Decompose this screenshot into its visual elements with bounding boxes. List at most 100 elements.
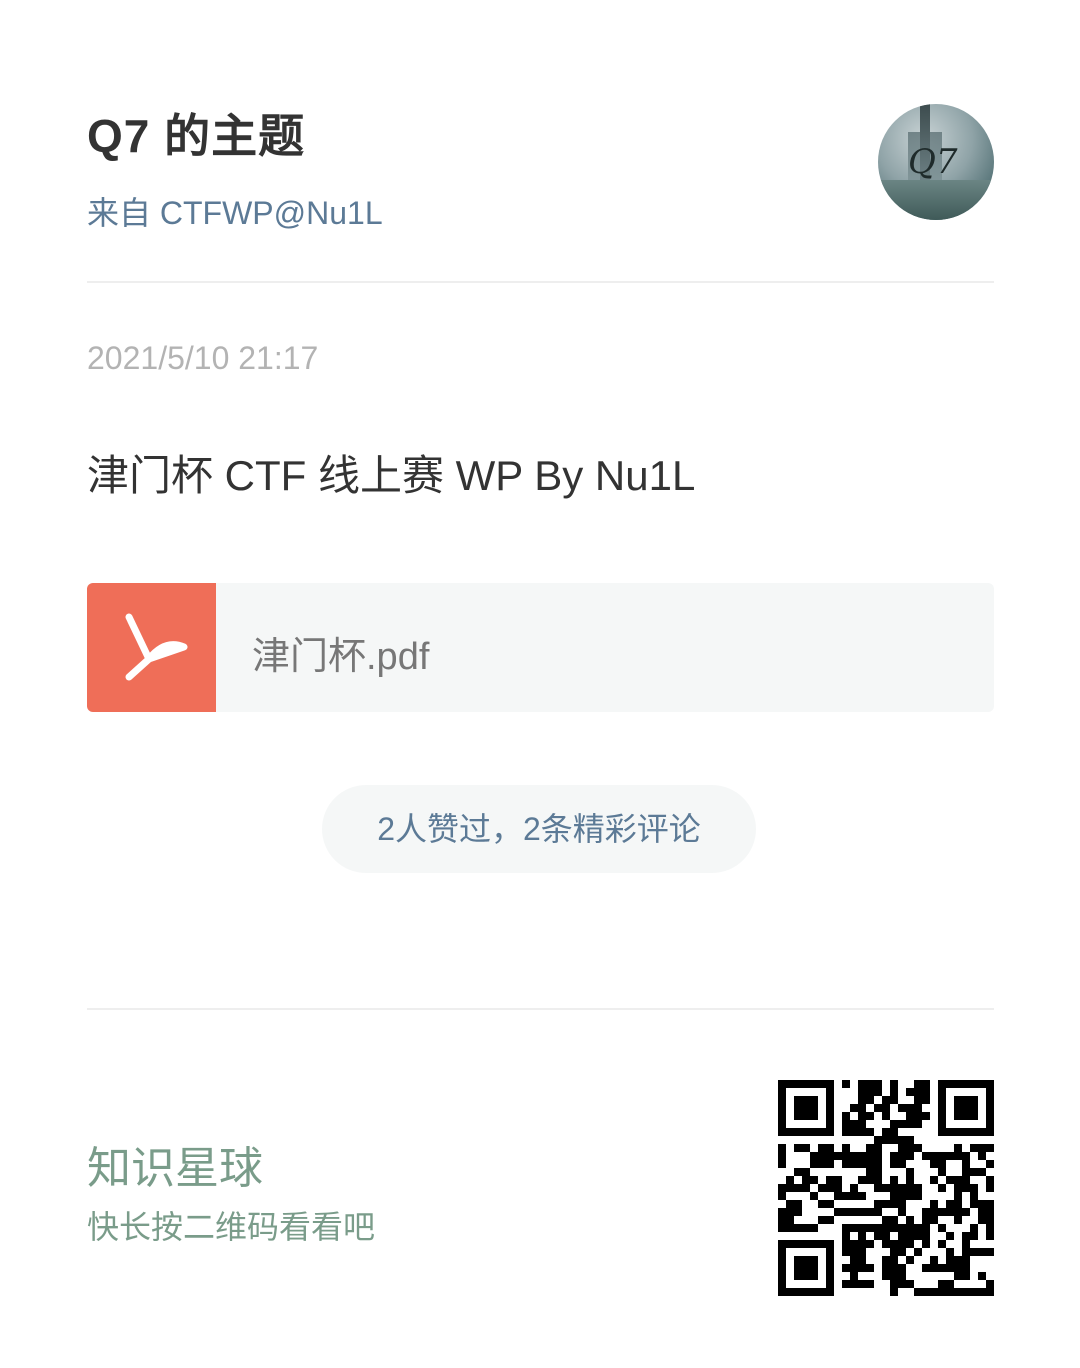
qr-module — [930, 1160, 938, 1168]
qr-module — [842, 1112, 850, 1120]
qr-module — [898, 1152, 906, 1160]
qr-module — [778, 1192, 786, 1200]
qr-module — [954, 1216, 962, 1224]
qr-module — [826, 1184, 834, 1192]
pdf-attachment[interactable]: 津门杯.pdf — [87, 583, 994, 712]
qr-module — [866, 1080, 874, 1088]
qr-module — [954, 1184, 962, 1192]
qr-module — [890, 1248, 898, 1256]
qr-module — [986, 1288, 994, 1296]
qr-module — [970, 1200, 978, 1208]
qr-module — [882, 1184, 890, 1192]
qr-module — [978, 1144, 986, 1152]
qr-module — [970, 1168, 978, 1176]
qr-module — [850, 1104, 858, 1112]
qr-module — [794, 1168, 802, 1176]
qr-module — [866, 1208, 874, 1216]
qr-module — [898, 1144, 906, 1152]
qr-module — [922, 1080, 930, 1088]
qr-module — [914, 1088, 922, 1096]
qr-module — [938, 1240, 946, 1248]
qr-module — [978, 1272, 986, 1280]
qr-module — [858, 1160, 866, 1168]
qr-module — [986, 1280, 994, 1288]
qr-module — [810, 1176, 818, 1184]
qr-module — [866, 1112, 874, 1120]
qr-code-icon[interactable] — [778, 1080, 994, 1296]
qr-module — [930, 1216, 938, 1224]
qr-module — [970, 1248, 978, 1256]
qr-module — [922, 1096, 930, 1104]
qr-module — [898, 1264, 906, 1272]
qr-module — [802, 1144, 810, 1152]
qr-module — [978, 1200, 986, 1208]
qr-module — [794, 1200, 802, 1208]
qr-module — [954, 1272, 962, 1280]
qr-module — [842, 1264, 850, 1272]
qr-module — [882, 1240, 890, 1248]
qr-module — [954, 1288, 962, 1296]
qr-module — [866, 1240, 874, 1248]
qr-module — [858, 1248, 866, 1256]
qr-module — [898, 1160, 906, 1168]
qr-module — [930, 1176, 938, 1184]
qr-module — [946, 1208, 954, 1216]
qr-module — [826, 1152, 834, 1160]
qr-module — [906, 1224, 914, 1232]
qr-module — [954, 1208, 962, 1216]
qr-module — [962, 1152, 970, 1160]
qr-module — [834, 1152, 842, 1160]
qr-module — [850, 1224, 858, 1232]
qr-module — [818, 1216, 826, 1224]
header-divider — [87, 281, 994, 283]
qr-module — [842, 1128, 850, 1136]
topic-title: Q7 的主题 — [87, 110, 306, 162]
topic-source[interactable]: 来自 CTFWP@Nu1L — [87, 188, 383, 234]
qr-module — [786, 1200, 794, 1208]
qr-module — [874, 1152, 882, 1160]
qr-module — [890, 1184, 898, 1192]
qr-module — [858, 1080, 866, 1088]
qr-module — [858, 1256, 866, 1264]
qr-module — [778, 1208, 786, 1216]
brand-cta: 快长按二维码看看吧 — [87, 1209, 376, 1245]
reactions-summary[interactable]: 2人赞过，2条精彩评论 — [322, 785, 756, 873]
post-text: 津门杯 CTF 线上赛 WP By Nu1L — [87, 452, 696, 499]
qr-module — [914, 1112, 922, 1120]
qr-module — [858, 1096, 866, 1104]
qr-module — [858, 1224, 866, 1232]
qr-module — [858, 1112, 866, 1120]
qr-module — [906, 1280, 914, 1288]
qr-module — [930, 1152, 938, 1160]
qr-module — [786, 1176, 794, 1184]
qr-module — [874, 1200, 882, 1208]
qr-module — [810, 1152, 818, 1160]
qr-module — [818, 1144, 826, 1152]
qr-module — [850, 1128, 858, 1136]
avatar[interactable]: Q7 — [878, 104, 994, 220]
attachment-file-name: 津门杯.pdf — [252, 636, 430, 678]
qr-module — [818, 1160, 826, 1168]
qr-module — [962, 1264, 970, 1272]
qr-module — [906, 1256, 914, 1264]
qr-module — [914, 1104, 922, 1112]
qr-module — [986, 1200, 994, 1208]
avatar-ground — [878, 180, 994, 220]
qr-module — [874, 1144, 882, 1152]
qr-module — [946, 1232, 954, 1240]
qr-module — [922, 1152, 930, 1160]
qr-module — [970, 1224, 978, 1232]
qr-module — [906, 1136, 914, 1144]
qr-module — [850, 1272, 858, 1280]
qr-module — [906, 1120, 914, 1128]
qr-module — [842, 1232, 850, 1240]
qr-module — [842, 1280, 850, 1288]
qr-module — [890, 1200, 898, 1208]
qr-module — [890, 1264, 898, 1272]
qr-module — [890, 1256, 898, 1264]
qr-module — [850, 1208, 858, 1216]
qr-module — [850, 1160, 858, 1168]
pdf-icon — [87, 583, 216, 712]
qr-module — [978, 1208, 986, 1216]
qr-module — [906, 1088, 914, 1096]
